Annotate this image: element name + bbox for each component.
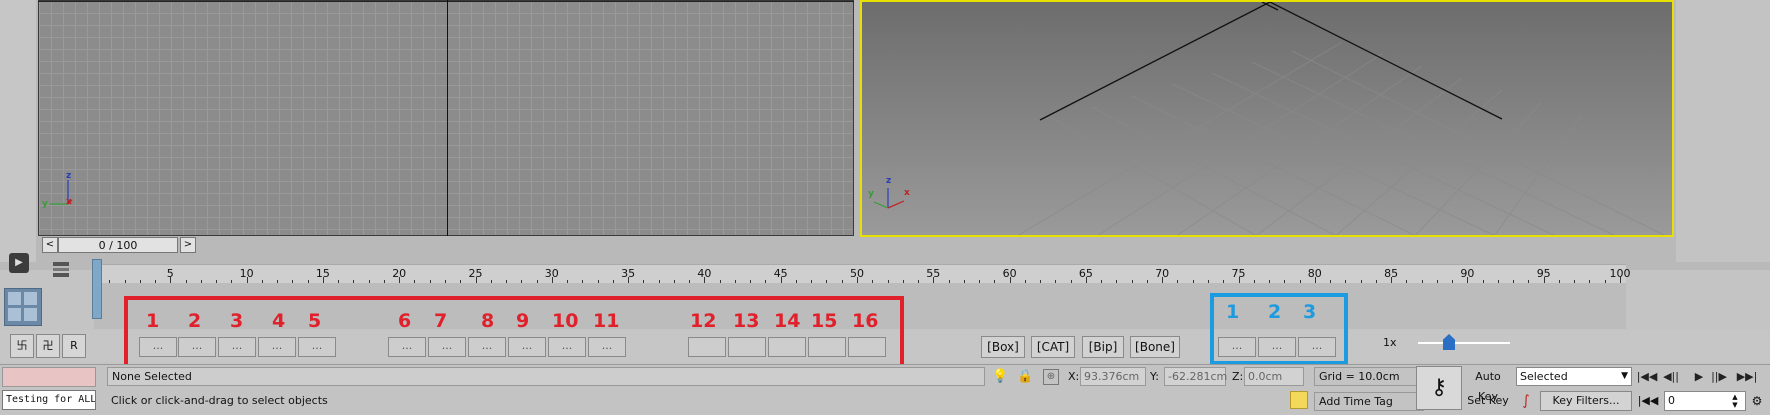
tool-button-r[interactable]: R [62, 334, 86, 358]
viewport-prev-button[interactable]: < [42, 237, 58, 253]
axis-y-label: y [42, 199, 48, 209]
bip-button[interactable]: [Bip] [1082, 336, 1124, 358]
left-gutter [0, 0, 36, 262]
time-slider-handle[interactable] [92, 259, 102, 319]
set-key-button[interactable]: Set Key [1464, 391, 1512, 411]
playback-speed-track[interactable] [1418, 342, 1510, 344]
axis-y-label: y [868, 189, 874, 199]
timeline-tick-label: 70 [1155, 267, 1170, 280]
time-tag-icon[interactable] [1290, 391, 1308, 409]
curve-editor-icon[interactable]: ∫ [1516, 392, 1536, 410]
timeline-tick-label: 50 [850, 267, 864, 280]
box-button[interactable]: [Box] [981, 336, 1025, 358]
viewport-world-axis-line [447, 0, 448, 236]
tool-button-2[interactable]: 卍 [36, 334, 60, 358]
selection-lock-icon[interactable]: 🔒 [1017, 369, 1033, 385]
red-annotation-box [124, 296, 904, 371]
viewport-layout-icon[interactable] [4, 288, 42, 326]
timeline-tick-label: 65 [1078, 267, 1093, 280]
script-input-field[interactable]: Testing for ALL [2, 390, 96, 410]
chevron-down-icon: ▼ [1621, 371, 1628, 381]
auto-key-button[interactable]: Auto Key [1464, 367, 1512, 403]
timeline-tick-label: 25 [468, 267, 483, 280]
x-coord-label: X: [1068, 370, 1080, 383]
key-filters-button[interactable]: Key Filters... [1540, 391, 1632, 411]
viewport-perspective[interactable] [860, 0, 1674, 237]
previous-frame-icon[interactable]: ◀|| [1660, 368, 1682, 386]
timeline-tick-label: 60 [1002, 267, 1017, 280]
axis-x-label: x [66, 197, 72, 207]
z-coord-field[interactable]: 0.0cm [1244, 367, 1304, 386]
frame-spinner-icon[interactable]: ▲ ▼ [1728, 393, 1742, 409]
right-panel-blank [1676, 0, 1770, 262]
y-coord-label: Y: [1150, 370, 1159, 383]
x-coord-field[interactable]: 93.376cm [1080, 367, 1146, 386]
selection-status: None Selected [107, 367, 985, 386]
timeline-tick-label: 45 [773, 267, 788, 280]
grid-size-display: Grid = 10.0cm [1314, 367, 1424, 386]
set-key-icon[interactable]: ⚷ [1416, 366, 1462, 410]
absolute-mode-icon[interactable]: ⊕ [1043, 369, 1059, 385]
key-mode-icon[interactable]: |◀◀ [1636, 392, 1660, 410]
timeline-tick-label: 95 [1536, 267, 1551, 280]
blue-annotation-box [1210, 293, 1348, 365]
key-set-dropdown-value: Selected [1520, 370, 1568, 383]
time-configuration-icon[interactable] [50, 259, 72, 281]
isolate-bulb-icon[interactable]: 💡 [992, 369, 1008, 385]
y-coord-field[interactable]: -62.281cm [1164, 367, 1227, 386]
timeline-tick-label: 85 [1384, 267, 1399, 280]
viewport-frame-counter[interactable]: 0 / 100 [58, 237, 178, 253]
playback-speed-label: 1x [1383, 336, 1397, 349]
bone-button[interactable]: [Bone] [1130, 336, 1180, 358]
timeline-tick-label: 10 [239, 267, 254, 280]
timeline-tick-label: 5 [166, 267, 174, 280]
maxscript-listener-mini[interactable] [2, 367, 96, 387]
timeline-tick-label: 100 [1609, 267, 1631, 280]
key-set-dropdown[interactable]: Selected ▼ [1516, 367, 1632, 386]
tool-button-1[interactable]: 卐 [10, 334, 34, 358]
cat-button[interactable]: [CAT] [1031, 336, 1075, 358]
go-to-end-icon[interactable]: ▶▶| [1736, 368, 1758, 386]
viewport-next-button[interactable]: > [180, 237, 196, 253]
time-config-icon[interactable]: ⚙ [1748, 391, 1766, 411]
add-time-tag-button[interactable]: Add Time Tag [1314, 392, 1424, 411]
axis-x-label: x [904, 188, 910, 198]
prompt-line: Click or click-and-drag to select object… [111, 394, 328, 407]
timeline-ticks: 0510152025303540455055606570758085909510… [94, 264, 1631, 284]
z-coord-label: Z: [1232, 370, 1244, 383]
timeline-tick-label: 80 [1307, 267, 1322, 280]
timeline-tick-label: 20 [392, 267, 407, 280]
play-icon[interactable]: ▶ [1688, 368, 1710, 386]
timeline-tick-label: 15 [315, 267, 330, 280]
next-frame-icon[interactable]: ||▶ [1708, 368, 1730, 386]
timeline-tick-label: 90 [1460, 267, 1475, 280]
timeline-tick-label: 30 [544, 267, 559, 280]
viewport-top-edge [38, 1, 854, 2]
timeline-tick-label: 75 [1231, 267, 1246, 280]
viewport-front[interactable] [38, 0, 854, 236]
expand-toggle-button[interactable]: ▶ [9, 253, 29, 273]
timeline-tick-label: 40 [697, 267, 712, 280]
timeline-tick-label: 35 [621, 267, 636, 280]
axis-z-label: z [886, 176, 892, 186]
go-to-start-icon[interactable]: |◀◀ [1636, 368, 1658, 386]
timeline-tick-label: 55 [926, 267, 941, 280]
axis-z-label: z [66, 171, 72, 181]
perspective-grid [1017, 2, 1666, 235]
